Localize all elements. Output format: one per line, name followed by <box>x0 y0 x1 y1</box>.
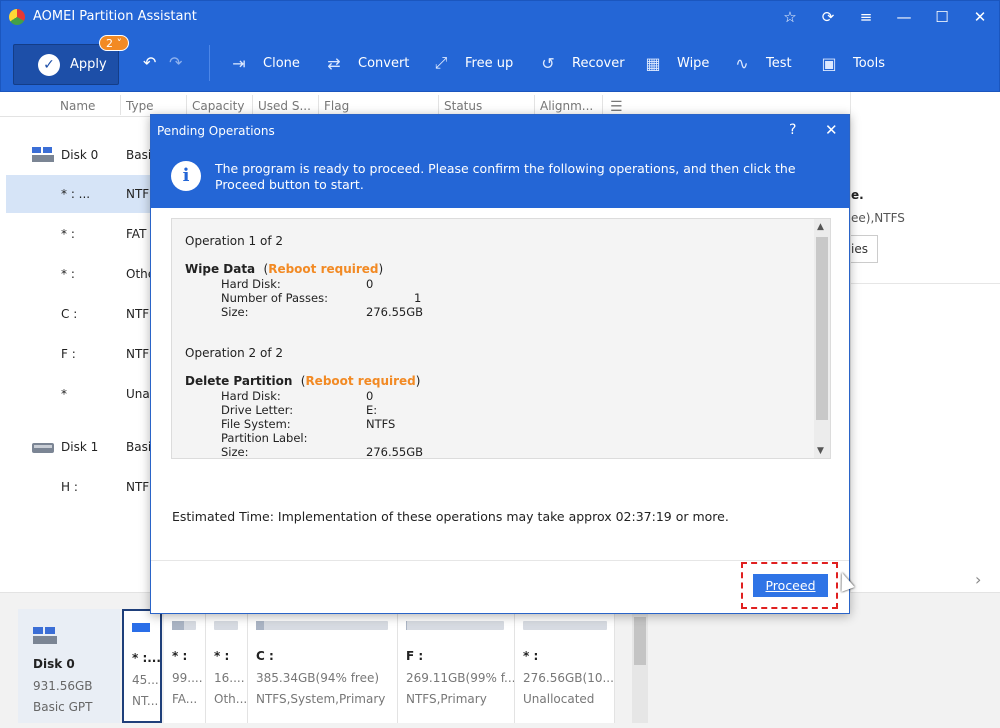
table-row[interactable]: * : Othe <box>0 255 155 293</box>
partition-usage-bar <box>214 621 238 630</box>
star-icon[interactable]: ☆ <box>771 1 809 33</box>
convert-button[interactable]: ⇄ Convert <box>322 49 409 77</box>
convert-icon: ⇄ <box>327 53 341 73</box>
properties-title-fragment: e. <box>851 188 864 202</box>
disk-map-disk[interactable]: Disk 0 931.56GB Basic GPT <box>18 609 120 723</box>
clone-button[interactable]: ⇥ Clone <box>227 49 300 77</box>
pending-operations-dialog: Pending Operations ? ✕ i The program is … <box>150 114 850 614</box>
dialog-title: Pending Operations <box>157 124 275 138</box>
column-divider <box>252 95 253 115</box>
column-divider <box>534 95 535 115</box>
pending-count-badge: 2 ˅ <box>99 35 129 51</box>
table-row[interactable]: * Unal <box>0 375 153 413</box>
estimated-time: Estimated Time: Implementation of these … <box>172 509 729 524</box>
close-icon[interactable]: ✕ <box>825 121 838 139</box>
proceed-button[interactable]: Proceed <box>753 574 828 597</box>
table-row[interactable]: Disk 1 Basi <box>0 428 152 466</box>
help-icon[interactable]: ? <box>789 122 796 138</box>
toolbar-divider <box>209 45 210 81</box>
close-window-icon[interactable]: ✕ <box>961 1 999 33</box>
free-up-icon: ⤢ <box>434 53 448 72</box>
operation-name: Delete Partition (Reboot required) <box>185 374 421 388</box>
recover-icon: ↺ <box>541 53 555 73</box>
column-divider <box>186 95 187 115</box>
column-name[interactable]: Name <box>60 99 95 113</box>
toolbar: ✓ Apply 2 ˅ ↶ ↷ ⇥ Clone ⇄ Convert ⤢ Free up… <box>1 35 1000 87</box>
test-button[interactable]: ∿ Test <box>730 49 791 77</box>
wipe-icon: ▦ <box>645 53 661 73</box>
column-capacity[interactable]: Capacity <box>192 99 244 113</box>
disk-map-partition[interactable]: * : 276.56GB(10... Unallocated <box>515 609 615 723</box>
partition-usage-bar <box>523 621 607 630</box>
column-flag[interactable]: Flag <box>324 99 349 113</box>
apply-label: Apply <box>70 57 107 72</box>
column-divider <box>602 95 603 115</box>
tools-button[interactable]: ▣ Tools <box>817 49 885 77</box>
refresh-icon[interactable]: ⟳ <box>809 1 847 33</box>
test-icon: ∿ <box>735 53 749 73</box>
partition-usage-bar <box>256 621 388 630</box>
scrollbar-thumb[interactable] <box>816 237 828 420</box>
disk-icon <box>32 439 54 455</box>
properties-button[interactable]: ies <box>851 235 878 263</box>
chevron-right-icon[interactable]: › <box>975 570 981 589</box>
partition-usage-bar <box>172 621 196 630</box>
maximize-icon[interactable]: ☐ <box>923 1 961 33</box>
column-type[interactable]: Type <box>126 99 154 113</box>
disk-map-partition[interactable]: * :... 45... NT... <box>122 609 162 723</box>
operation-header: Operation 1 of 2 <box>185 234 283 248</box>
title-bar: AOMEI Partition Assistant ☆ ⟳ ≡ — ☐ ✕ ✓ … <box>0 0 1000 92</box>
column-status[interactable]: Status <box>444 99 482 113</box>
disk-map-partition[interactable]: * : 99.... FA... <box>164 609 206 723</box>
partition-usage-bar <box>406 621 504 630</box>
minimize-icon[interactable]: — <box>885 1 923 33</box>
disk-map-partition[interactable]: F : 269.11GB(99% f... NTFS,Primary <box>398 609 515 723</box>
column-used-space[interactable]: Used S... <box>258 99 311 113</box>
column-settings-icon[interactable]: ☰ <box>610 99 623 115</box>
operations-list: Operation 1 of 2 Wipe Data (Reboot requi… <box>171 218 831 459</box>
recover-button[interactable]: ↺ Recover <box>536 49 624 77</box>
table-row[interactable]: Disk 0 Basi <box>0 136 152 174</box>
table-row[interactable]: * : FAT <box>0 215 152 253</box>
column-divider <box>318 95 319 115</box>
disk-map-partition[interactable]: C : 385.34GB(94% free) NTFS,System,Prima… <box>248 609 398 723</box>
disk-icon <box>32 147 54 163</box>
scrollbar-thumb[interactable] <box>634 617 646 665</box>
disk-icon <box>33 627 57 648</box>
undo-icon[interactable]: ↶ <box>143 53 156 72</box>
wipe-button[interactable]: ▦ Wipe <box>641 49 709 77</box>
menu-icon[interactable]: ≡ <box>847 1 885 33</box>
banner-text: The program is ready to proceed. Please … <box>215 161 796 192</box>
partition-usage-bar <box>132 623 150 632</box>
table-row[interactable]: F : NTF <box>0 335 152 373</box>
scroll-up-icon[interactable]: ▲ <box>817 222 824 232</box>
scroll-down-icon[interactable]: ▼ <box>817 446 824 456</box>
disk-map-scrollbar[interactable] <box>632 609 648 723</box>
operation-name: Wipe Data (Reboot required) <box>185 262 384 276</box>
column-divider <box>438 95 439 115</box>
clone-icon: ⇥ <box>232 53 246 73</box>
app-logo-icon <box>9 9 25 25</box>
divider <box>851 283 1000 284</box>
column-divider <box>120 95 121 115</box>
free-up-button[interactable]: ⤢ Free up <box>429 49 514 77</box>
operation-header: Operation 2 of 2 <box>185 346 283 360</box>
disk-map-partition[interactable]: * : 16.... Oth... <box>206 609 248 723</box>
properties-fs-fragment: ee),NTFS <box>851 211 905 225</box>
properties-pane: e. ee),NTFS ies <box>850 92 1000 592</box>
table-row[interactable]: C : NTF <box>0 295 152 333</box>
table-row[interactable]: * : ... NTF <box>6 175 152 213</box>
dialog-title-bar: Pending Operations ? ✕ <box>151 115 849 148</box>
app-title: AOMEI Partition Assistant <box>33 9 197 24</box>
check-icon: ✓ <box>38 53 60 76</box>
column-alignment[interactable]: Alignm... <box>540 99 593 113</box>
tools-icon: ▣ <box>821 53 837 73</box>
operations-scrollbar[interactable]: ▲ ▼ <box>814 219 830 458</box>
info-icon: i <box>171 161 201 191</box>
dialog-info-banner: i The program is ready to proceed. Pleas… <box>151 148 849 208</box>
table-row[interactable]: H : NTF <box>0 468 152 506</box>
window-controls: ☆ ⟳ ≡ — ☐ ✕ <box>771 1 999 33</box>
redo-icon[interactable]: ↷ <box>169 53 182 72</box>
